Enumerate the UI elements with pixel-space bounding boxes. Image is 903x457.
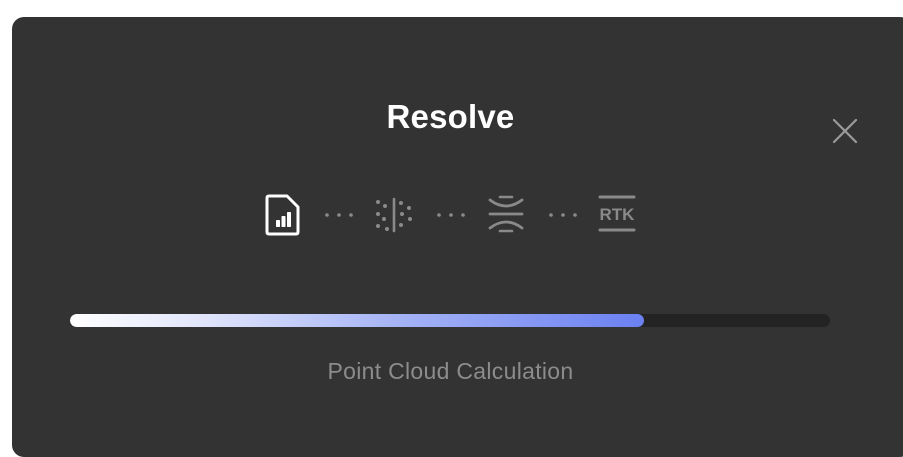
rtk-icon: RTK bbox=[598, 195, 636, 232]
step-separator-dots bbox=[437, 213, 465, 217]
status-text: Point Cloud Calculation bbox=[327, 358, 574, 384]
svg-text:RTK: RTK bbox=[600, 205, 636, 224]
progress-fill bbox=[70, 314, 644, 327]
resolve-dialog: Resolve RTK Point Cloud Calculation bbox=[12, 17, 903, 457]
close-button[interactable] bbox=[830, 116, 860, 146]
step-separator-dots bbox=[549, 213, 577, 217]
dialog-title: Resolve bbox=[386, 98, 515, 135]
close-icon bbox=[832, 118, 858, 144]
progress-bar bbox=[70, 314, 830, 327]
document-chart-icon bbox=[265, 194, 300, 236]
align-merge-icon bbox=[488, 195, 524, 233]
step-separator-dots bbox=[325, 213, 353, 217]
point-cloud-icon bbox=[376, 197, 412, 233]
